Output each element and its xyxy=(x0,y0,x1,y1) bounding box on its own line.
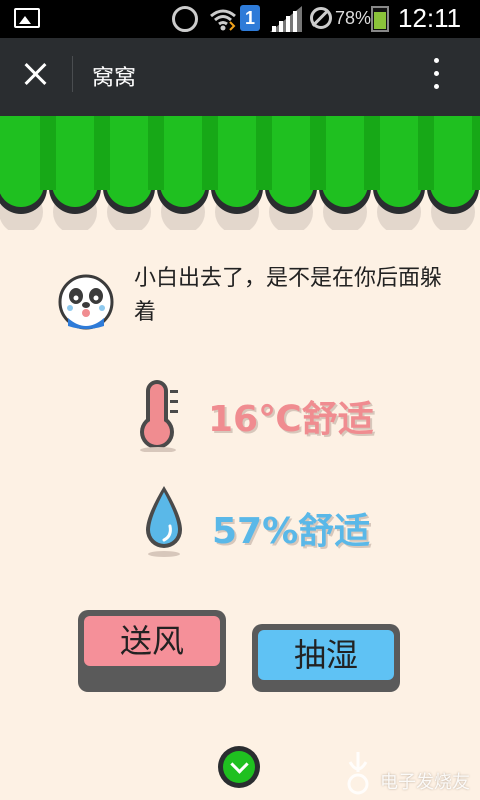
fan-mode-button[interactable]: 送风 xyxy=(78,610,226,692)
thermometer-icon xyxy=(140,380,178,452)
fan-mode-label: 送风 xyxy=(84,616,220,666)
title-divider xyxy=(72,56,73,92)
awning-banner xyxy=(0,110,480,230)
battery-icon xyxy=(371,6,389,32)
close-icon[interactable] xyxy=(16,54,56,94)
do-not-disturb-icon xyxy=(310,7,332,29)
status-message: 小白出去了，是不是在你后面躲着 xyxy=(134,266,443,325)
water-drop-icon xyxy=(146,486,182,557)
alarm-icon xyxy=(172,6,198,32)
gallery-icon xyxy=(14,8,40,28)
clock: 12:11 xyxy=(398,3,462,33)
watermark: 电子发烧友 xyxy=(336,748,476,798)
dehumidify-button[interactable]: 抽湿 xyxy=(252,624,400,692)
page-title: 窝窝 xyxy=(92,66,137,91)
sim-card-icon: 1 xyxy=(240,5,260,31)
humidity-reading: 57%舒适 xyxy=(212,511,371,552)
status-bar: 1 78% 12:11 xyxy=(0,0,480,38)
signal-icon xyxy=(268,5,304,33)
title-bar: 窝窝 xyxy=(0,38,480,110)
temperature-reading: 16℃舒适 xyxy=(208,399,374,440)
avatar-icon xyxy=(58,274,114,330)
dehumidify-label: 抽湿 xyxy=(258,630,394,680)
wifi-icon xyxy=(208,6,238,32)
chevron-down-icon[interactable] xyxy=(218,746,260,788)
watermark-text: 电子发烧友 xyxy=(380,772,470,793)
battery-percent: 78% xyxy=(335,8,372,28)
more-vertical-icon[interactable] xyxy=(426,56,446,92)
